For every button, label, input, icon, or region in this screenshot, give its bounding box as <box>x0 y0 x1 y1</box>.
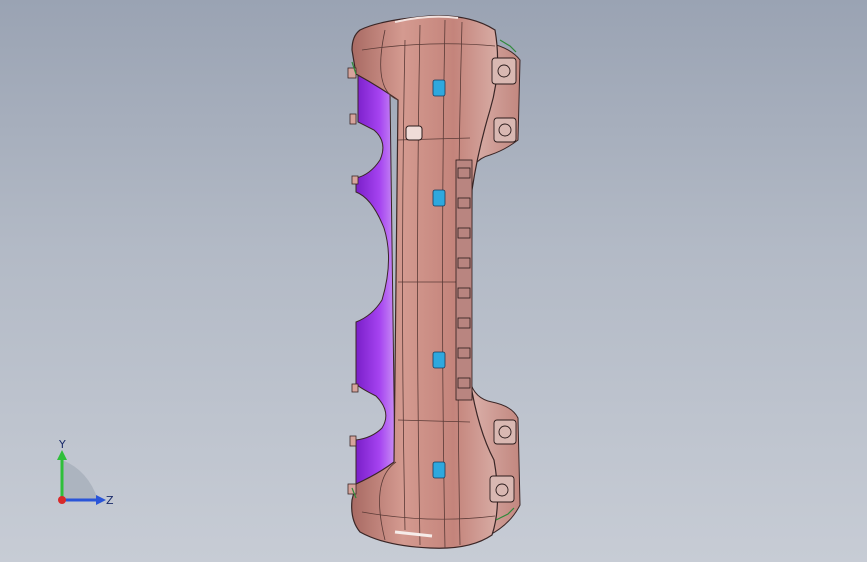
z-axis-arrow <box>96 495 106 505</box>
bumper-model[interactable] <box>0 0 867 562</box>
x-axis-dot <box>58 496 66 504</box>
y-axis-arrow <box>57 450 67 460</box>
mount-bosses <box>489 57 517 503</box>
y-axis-label: Y <box>58 438 66 451</box>
left-tabs <box>347 67 359 495</box>
triad-plane <box>62 460 98 500</box>
cad-viewport[interactable]: Y Z <box>0 0 867 562</box>
sensor-opening <box>405 125 423 141</box>
clip-rail <box>455 159 473 401</box>
z-axis-label: Z <box>106 494 114 507</box>
inner-surface-left <box>355 71 396 493</box>
coordinate-triad: Y Z <box>57 438 114 507</box>
